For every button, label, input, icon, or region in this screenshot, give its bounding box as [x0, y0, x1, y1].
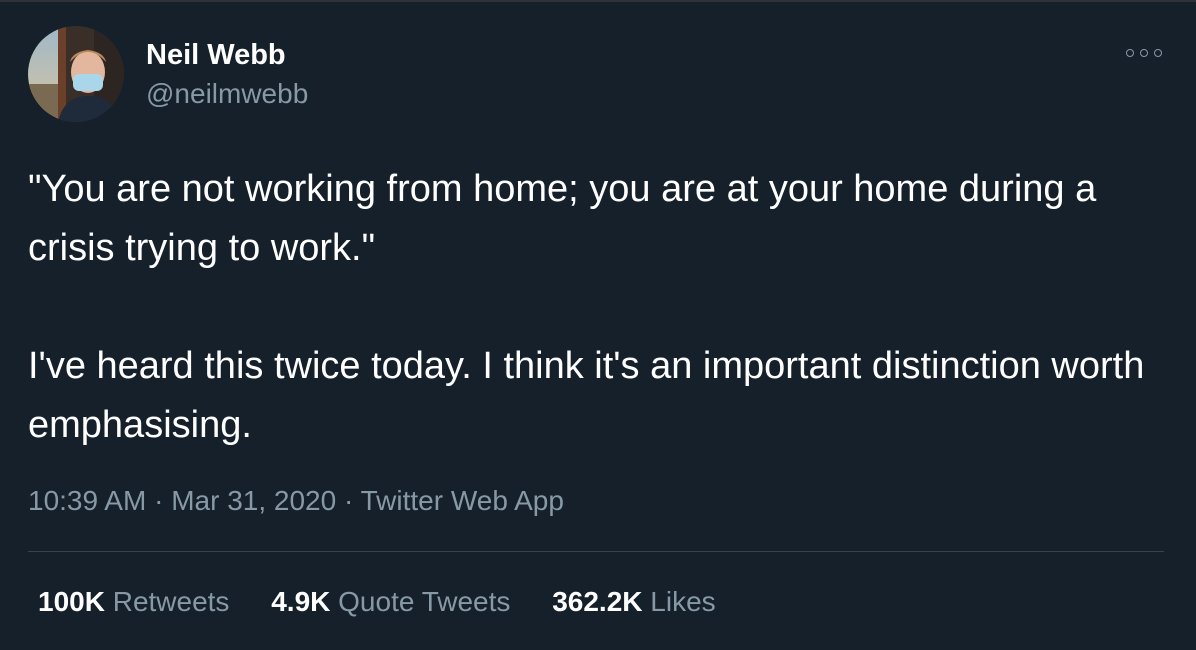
quote-tweets-label: Quote Tweets: [338, 586, 511, 617]
tweet-time[interactable]: 10:39 AM: [28, 485, 146, 516]
tweet-paragraph: "You are not working from home; you are …: [28, 168, 1097, 269]
tweet-source[interactable]: Twitter Web App: [361, 485, 564, 516]
likes-label: Likes: [650, 586, 716, 617]
user-handle[interactable]: @neilmwebb: [146, 78, 308, 110]
avatar-image: [28, 26, 124, 122]
tweet-text: "You are not working from home; you are …: [28, 160, 1148, 455]
display-name[interactable]: Neil Webb: [146, 39, 286, 72]
retweets-count: 100K: [38, 586, 105, 617]
quote-tweets-stat[interactable]: 4.9K Quote Tweets: [271, 586, 510, 617]
retweets-label: Retweets: [112, 586, 230, 617]
tweet-card: Neil Webb @neilmwebb "You are not workin…: [0, 0, 1196, 650]
tweet-stats: 100K Retweets 4.9K Quote Tweets 362.2K L…: [38, 586, 750, 618]
tweet-paragraph: I've heard this twice today. I think it'…: [28, 345, 1145, 446]
divider: [28, 551, 1164, 552]
more-dot: [1154, 49, 1162, 57]
avatar[interactable]: [28, 26, 124, 122]
more-dot: [1140, 49, 1148, 57]
meta-separator: ·: [343, 485, 354, 516]
likes-stat[interactable]: 362.2K Likes: [552, 586, 715, 617]
tweet-date[interactable]: Mar 31, 2020: [171, 485, 336, 516]
more-options-icon[interactable]: [1126, 46, 1162, 60]
quote-tweets-count: 4.9K: [271, 586, 331, 617]
likes-count: 362.2K: [552, 586, 643, 617]
tweet-meta: 10:39 AM · Mar 31, 2020 · Twitter Web Ap…: [28, 485, 564, 517]
meta-separator: ·: [154, 485, 164, 516]
retweets-stat[interactable]: 100K Retweets: [38, 586, 229, 617]
more-dot: [1126, 49, 1134, 57]
